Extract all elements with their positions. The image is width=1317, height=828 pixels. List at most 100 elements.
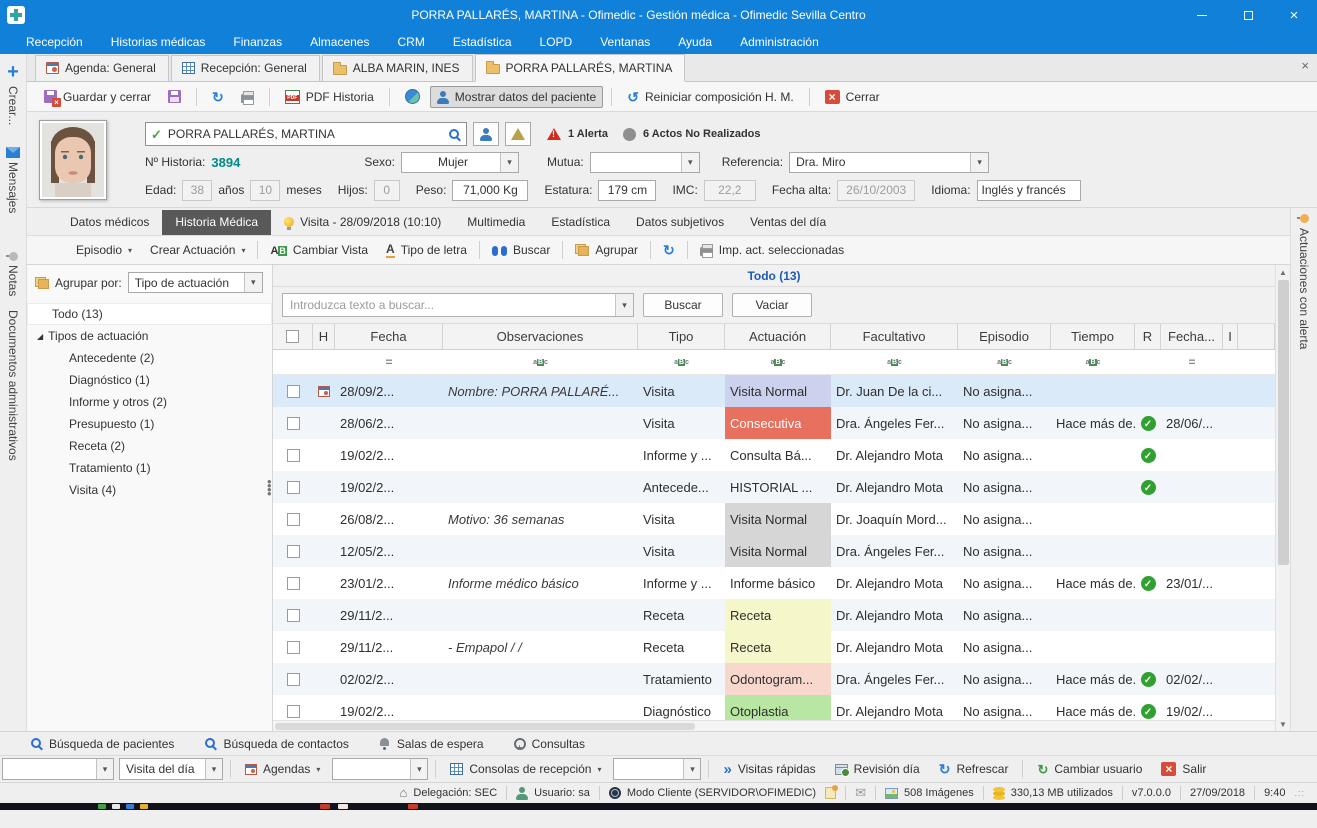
header-checkbox[interactable] (286, 330, 299, 343)
mutua-select[interactable] (590, 152, 700, 173)
filter-cell-6[interactable]: aBc (831, 350, 958, 374)
tree-item-visita-4[interactable]: Visita (4) (27, 479, 272, 501)
tabstrip-close-icon[interactable]: × (1301, 58, 1309, 73)
tab-agenda-general[interactable]: Agenda: General (35, 55, 169, 81)
menu-administracion[interactable]: Administración (726, 30, 833, 54)
filter-cell-10[interactable] (1161, 350, 1223, 374)
row-checkbox[interactable] (287, 705, 300, 718)
filter-cell-11[interactable] (1223, 350, 1238, 374)
scroll-thumb[interactable] (1278, 280, 1289, 565)
col-header-fecha[interactable]: Fecha... (1161, 324, 1223, 349)
menu-ayuda[interactable]: Ayuda (664, 30, 726, 54)
menu-finanzas[interactable]: Finanzas (219, 30, 296, 54)
row-checkbox[interactable] (287, 513, 300, 526)
maximize-button[interactable] (1225, 0, 1271, 30)
quick-busqueda-de-pacientes[interactable]: Búsqueda de pacientes (30, 737, 174, 751)
estatura-field[interactable]: 179 cm (598, 180, 656, 201)
buscar-button[interactable]: Buscar (643, 293, 723, 317)
rail-actuaciones-label[interactable]: Actuaciones con alerta (1297, 228, 1311, 349)
search-icon[interactable] (448, 128, 461, 141)
action-buscar[interactable]: Buscar (483, 243, 559, 257)
row-checkbox[interactable] (287, 417, 300, 430)
cerrar-button[interactable]: Cerrar (818, 86, 887, 108)
menu-historias-medicas[interactable]: Historias médicas (97, 30, 220, 54)
row-checkbox[interactable] (287, 609, 300, 622)
revision-dia-button[interactable]: Revisión día (828, 762, 927, 776)
tree-item-diagnostico-1[interactable]: Diagnóstico (1) (27, 369, 272, 391)
grid-search-input[interactable] (283, 298, 615, 312)
filter-cell-9[interactable] (1135, 350, 1161, 374)
row-checkbox[interactable] (287, 481, 300, 494)
table-row[interactable]: 12/05/2...VisitaVisita NormalDra. Ángele… (273, 535, 1275, 567)
ptab-datos-subjetivos[interactable]: Datos subjetivos (623, 210, 737, 235)
guardar-y-cerrar-button[interactable]: Guardar y cerrar (37, 86, 158, 108)
tree-item-presupuesto-1[interactable]: Presupuesto (1) (27, 413, 272, 435)
splitter-handle[interactable]: •••• (267, 479, 272, 495)
filter-cell-4[interactable]: aBc (638, 350, 725, 374)
bottom-combo-3[interactable] (613, 758, 701, 780)
agrupar-por-select[interactable]: Tipo de actuación (128, 272, 263, 293)
rail-documentos[interactable]: Documentos administrativos (6, 310, 20, 461)
action-crear-actuacion[interactable]: Crear Actuación▾ (141, 243, 254, 257)
alert-count[interactable]: 1 Alerta (568, 128, 608, 140)
menu-crm[interactable]: CRM (383, 30, 438, 54)
peso-field[interactable]: 71,000 Kg (452, 180, 528, 201)
patient-name-field[interactable]: PORRA PALLARÉS, MARTINA (145, 122, 467, 146)
ptab-estadistica[interactable]: Estadística (538, 210, 623, 235)
ptab-datos-medicos[interactable]: Datos médicos (57, 210, 162, 235)
action-agrupar[interactable]: Agrupar (566, 243, 647, 257)
refrescar-toolbar-button[interactable] (205, 86, 231, 108)
filter-cell-7[interactable]: aBc (958, 350, 1051, 374)
tree-item-informe-y-otros-2[interactable]: Informe y otros (2) (27, 391, 272, 413)
col-header-episodio[interactable]: Episodio (958, 324, 1051, 349)
col-header-r[interactable]: R (1135, 324, 1161, 349)
close-window-button[interactable]: × (1271, 0, 1317, 30)
action-episodio[interactable]: Episodio▾ (67, 243, 141, 257)
table-row[interactable]: 19/02/2...Antecede...HISTORIAL ...Dr. Al… (273, 471, 1275, 503)
rail-crear[interactable]: Crear... (6, 62, 20, 125)
tree-item-tratamiento-1[interactable]: Tratamiento (1) (27, 457, 272, 479)
status-note-button[interactable] (825, 787, 836, 799)
tree-item-tipos-de-actuacion[interactable]: ◢Tipos de actuación (27, 325, 272, 347)
visita-del-dia-select[interactable]: Visita del día (119, 758, 223, 780)
table-row[interactable]: 28/06/2...VisitaConsecutivaDra. Ángeles … (273, 407, 1275, 439)
scroll-up-icon[interactable]: ▲ (1279, 265, 1287, 279)
table-row[interactable]: 02/02/2...TratamientoOdontogram...Dra. Á… (273, 663, 1275, 695)
row-checkbox[interactable] (287, 385, 300, 398)
status-mail-button[interactable] (855, 786, 866, 800)
row-checkbox[interactable] (287, 449, 300, 462)
filter-cell-5[interactable]: aBc (725, 350, 831, 374)
rail-notas[interactable]: Notas (6, 252, 20, 296)
menu-recepcion[interactable]: Recepción (12, 30, 97, 54)
tree-item-receta-2[interactable]: Receta (2) (27, 435, 272, 457)
referencia-select[interactable]: Dra. Miro (789, 152, 989, 173)
table-row[interactable]: 29/11/2...- Empapol / /RecetaRecetaDr. A… (273, 631, 1275, 663)
tree-item-todo-13[interactable]: Todo (13) (27, 303, 272, 325)
col-header-select[interactable] (273, 324, 313, 349)
esfera-button[interactable] (398, 85, 427, 108)
table-row[interactable]: 19/02/2...DiagnósticoOtoplastiaDr. Aleja… (273, 695, 1275, 720)
filter-cell-8[interactable]: aBc (1051, 350, 1135, 374)
scroll-down-icon[interactable]: ▼ (1279, 717, 1287, 731)
filter-cell-2[interactable] (335, 350, 443, 374)
actos-no-realizados[interactable]: 6 Actos No Realizados (643, 128, 761, 140)
visitas-rapidas-button[interactable]: Visitas rápidas (716, 762, 822, 777)
row-checkbox[interactable] (287, 673, 300, 686)
patient-warning-button[interactable] (505, 122, 531, 146)
action-tipo-de-letra[interactable]: Tipo de letra (377, 243, 476, 258)
quick-busqueda-de-contactos[interactable]: Búsqueda de contactos (204, 737, 348, 751)
ptab-multimedia[interactable]: Multimedia (454, 210, 538, 235)
table-row[interactable]: 26/08/2...Motivo: 36 semanasVisitaVisita… (273, 503, 1275, 535)
patient-photo[interactable] (39, 120, 107, 200)
col-header-actuacion[interactable]: Actuación (725, 324, 831, 349)
col-header-tiempo[interactable]: Tiempo (1051, 324, 1135, 349)
action-refresh[interactable] (654, 243, 684, 257)
table-row[interactable]: 28/09/2...Nombre: PORRA PALLARÉ...Visita… (273, 375, 1275, 407)
refrescar-button[interactable]: Refrescar (932, 762, 1016, 776)
filter-cell-3[interactable]: aBc (443, 350, 638, 374)
menu-almacenes[interactable]: Almacenes (296, 30, 383, 54)
filter-cell-1[interactable] (313, 350, 335, 374)
rail-mensajes[interactable]: Mensajes (6, 147, 20, 213)
imprimir-button[interactable] (234, 87, 261, 107)
row-checkbox[interactable] (287, 577, 300, 590)
